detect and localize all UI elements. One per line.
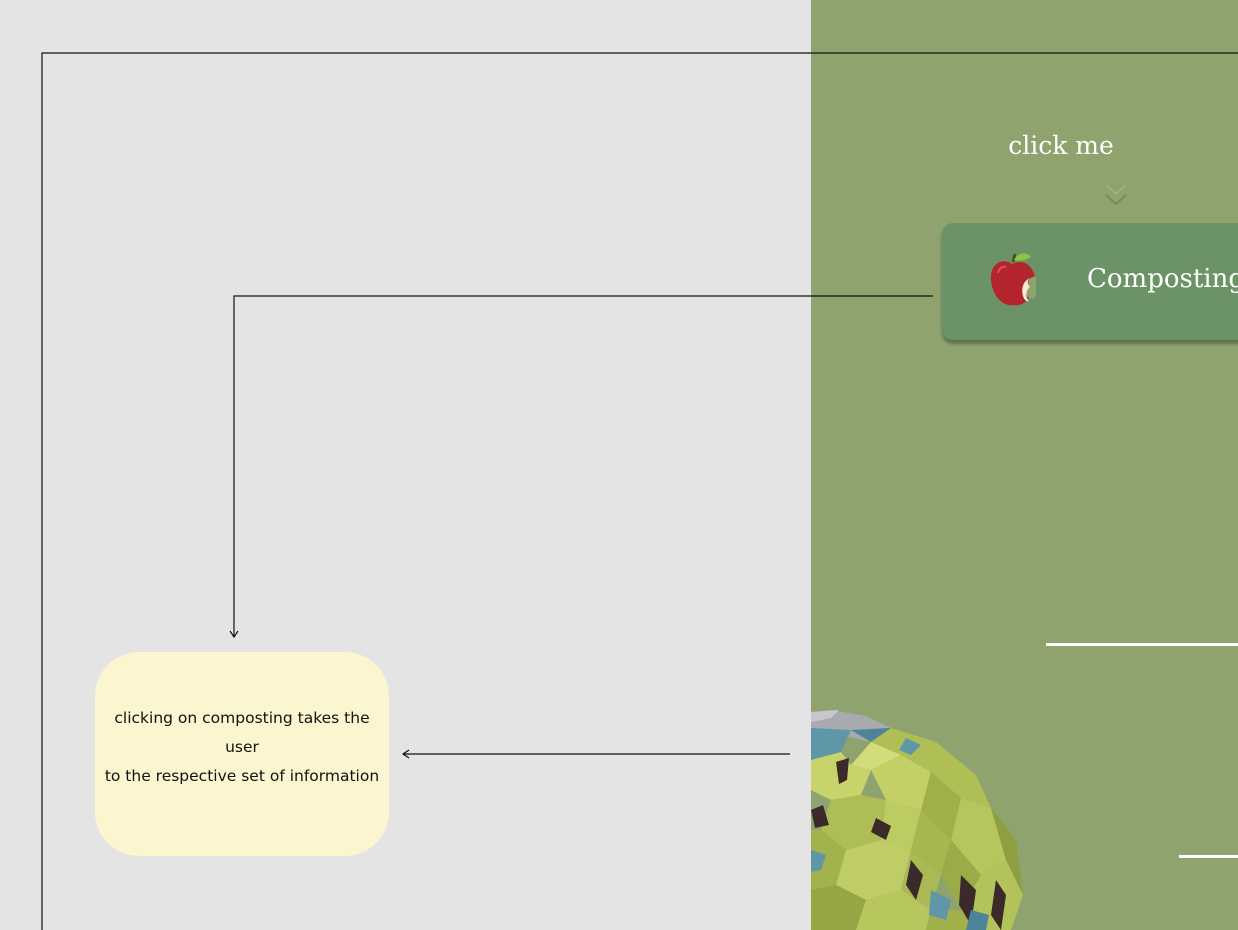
annotation-line: user (225, 738, 259, 756)
composting-label: Composting (1087, 264, 1238, 294)
prototype-screen: click me Composting (811, 0, 1238, 930)
divider-line (1179, 855, 1238, 858)
composting-button[interactable]: Composting (942, 223, 1238, 340)
double-chevron-down-icon (1105, 184, 1127, 206)
divider-line (1046, 643, 1238, 646)
low-poly-globe-icon (811, 710, 1023, 930)
click-me-hint: click me (1008, 131, 1114, 160)
annotation-note: clicking on composting takes the user to… (95, 652, 389, 856)
apple-icon (990, 253, 1036, 306)
annotation-text: clicking on composting takes the user to… (95, 704, 389, 791)
annotation-line: to the respective set of information (104, 767, 380, 785)
arrow-down-icon (229, 630, 239, 639)
annotation-line: clicking on composting takes the (114, 709, 370, 727)
arrow-left-icon (401, 749, 410, 759)
